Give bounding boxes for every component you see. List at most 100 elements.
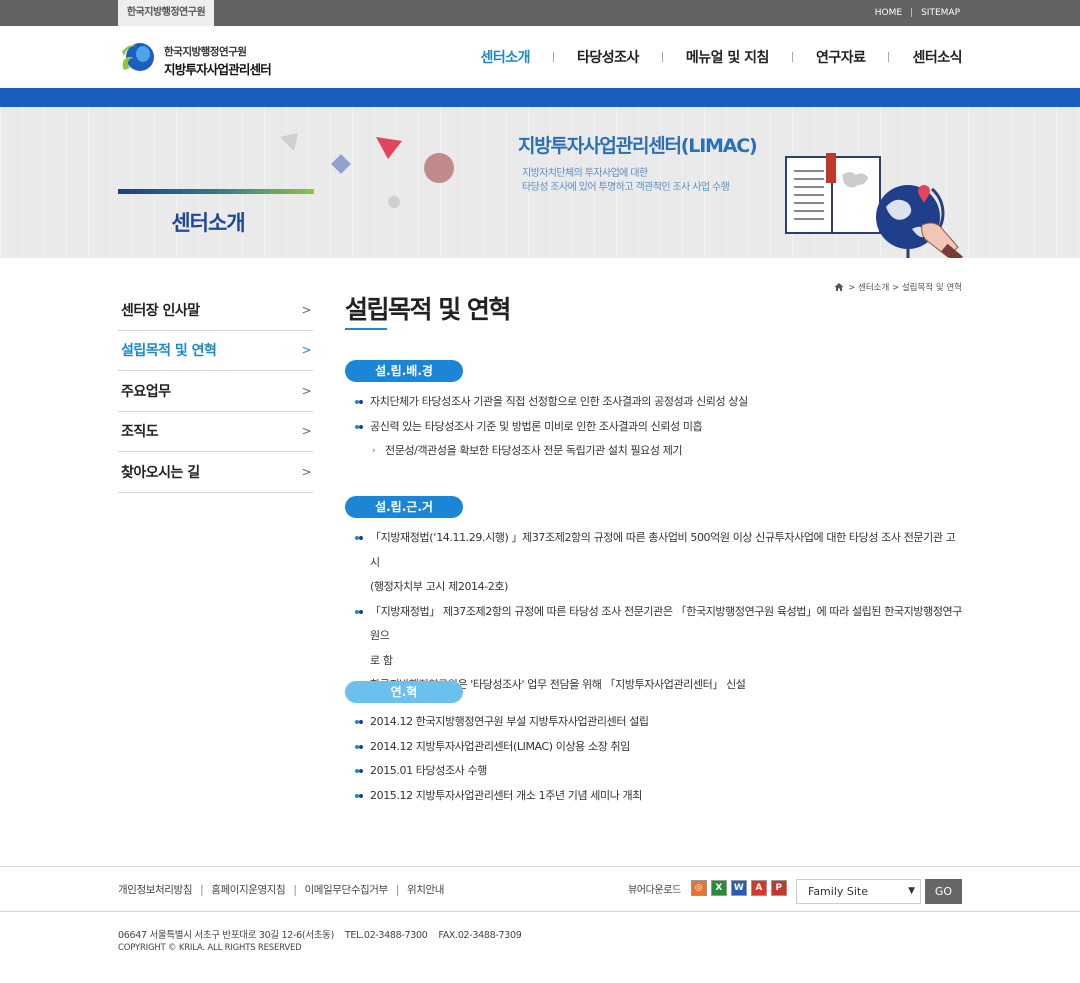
list-item-text: (행정자치부 고시 제2014-2호) [370, 580, 509, 593]
bullet-icon [355, 793, 364, 799]
pdf-viewer-icon[interactable]: A [750, 880, 767, 896]
lnb-item-greeting[interactable]: 센터장 인사말 > [118, 290, 313, 331]
footer-address: 06647 서울특별시 서초구 반포대로 30길 12-6(서초동) TEL.0… [118, 930, 522, 941]
footer-divider [0, 911, 1080, 912]
list-item-continuation: 로 함 [355, 649, 965, 674]
logo-mark-icon [122, 43, 154, 71]
lnb-item-label: 주요업무 [121, 383, 171, 400]
sub-list-item: › 전문성/객관성을 확보한 타당성조사 전문 독립기관 설치 필요성 제기 [355, 439, 965, 464]
bullet-icon [355, 424, 364, 430]
list-item-text: 2014.12 지방투자사업관리센터(LIMAC) 이상용 소장 취임 [370, 739, 630, 753]
word-viewer-icon[interactable]: W [730, 880, 747, 896]
background-list: 자치단체가 타당성조사 기관을 직접 선정함으로 인한 조사결과의 공정성과 신… [355, 390, 965, 464]
global-nav: 센터소개 타당성조사 메뉴얼 및 지침 연구자료 센터소식 [480, 26, 962, 88]
list-item: 「지방재정법(‘14.11.29.시행) 」제37조제2항의 규정에 따른 총사… [355, 526, 965, 575]
breadcrumb: > 센터소개 > 설립목적 및 연혁 [834, 281, 962, 293]
lnb-item-directions[interactable]: 찾아오시는 길 > [118, 452, 313, 493]
section-heading-history: 연.혁 [345, 681, 463, 703]
list-item-text: 2015.01 타당성조사 수행 [370, 764, 487, 777]
chevron-right-icon: > [301, 424, 311, 439]
excel-viewer-icon[interactable]: X [710, 880, 727, 896]
powerpoint-viewer-icon[interactable]: P [770, 880, 787, 896]
divider: | [910, 8, 914, 18]
list-item: 2014.12 한국지방행정연구원 부설 지방투자사업관리센터 설립 [355, 710, 965, 735]
arrow-right-icon: › [372, 446, 376, 456]
divider [888, 52, 890, 62]
viewer-downloads: 뷰어다운로드 ◎ X W A P [628, 880, 787, 896]
footer-copyright: COPYRIGHT © KRILA. ALL RIGHTS RESERVED [118, 943, 302, 953]
email-refusal-link[interactable]: 이메일무단수집거부 [304, 882, 388, 897]
logo-center-name: 지방투자사업관리센터 [164, 62, 272, 77]
banner-subtitle-line2: 타당성 조사에 있어 투명하고 객관적인 조사 사업 수행 [522, 182, 730, 193]
basis-list: 「지방재정법(‘14.11.29.시행) 」제37조제2항의 규정에 따른 총사… [355, 526, 965, 698]
history-list: 2014.12 한국지방행정연구원 부설 지방투자사업관리센터 설립 2014.… [355, 710, 965, 808]
banner-subtitle-line1: 지방자치단체의 투자사업에 대한 [522, 168, 648, 179]
chevron-right-icon: > [301, 343, 311, 358]
section-heading-background: 설.립.배.경 [345, 360, 463, 382]
chevron-down-icon: ▼ [908, 886, 915, 896]
bullet-icon [355, 744, 364, 750]
list-item: 공신력 있는 타당성조사 기준 및 방법론 미비로 인한 조사결과의 신뢰성 미… [355, 415, 965, 440]
list-item-text: 자치단체가 타당성조사 기관을 직접 선정함으로 인한 조사결과의 공정성과 신… [370, 395, 748, 408]
page-title: 설립목적 및 연혁 [345, 295, 511, 324]
section-title: 센터소개 [171, 211, 245, 235]
footer-divider [0, 866, 1080, 867]
list-item-text: 전문성/객관성을 확보한 타당성조사 전문 독립기관 설치 필요성 제기 [385, 444, 683, 457]
footer-links: 개인정보처리방침 | 홈페이지운영지침 | 이메일무단수집거부 | 위치안내 [118, 882, 444, 897]
divider [553, 52, 554, 62]
divider: | [200, 883, 204, 896]
lnb-item-label: 찾아오시는 길 [121, 464, 200, 481]
list-item-text: 공신력 있는 타당성조사 기준 및 방법론 미비로 인한 조사결과의 신뢰성 미… [370, 419, 703, 433]
hwp-viewer-icon[interactable]: ◎ [690, 880, 707, 896]
lnb-item-main-tasks[interactable]: 주요업무 > [118, 371, 313, 412]
top-utility-bar: 한국지방행정연구원 HOME | SITEMAP [0, 0, 1080, 26]
section-title-bar [118, 189, 314, 194]
org-tab[interactable]: 한국지방행정연구원 [118, 0, 214, 26]
list-item-continuation: (행정자치부 고시 제2014-2호) [355, 575, 965, 600]
family-site-value: Family Site [808, 885, 869, 898]
sitemap-link[interactable]: SITEMAP [921, 0, 960, 26]
gnb-item-about[interactable]: 센터소개 [480, 47, 530, 67]
title-underline [345, 328, 387, 330]
gnb-item-research[interactable]: 연구자료 [816, 47, 866, 67]
home-icon[interactable] [834, 282, 844, 292]
list-item: 2014.12 지방투자사업관리센터(LIMAC) 이상용 소장 취임 [355, 735, 965, 760]
chevron-right-icon: > [301, 383, 311, 398]
lnb-item-org-chart[interactable]: 조직도 > [118, 412, 313, 452]
gnb-item-news[interactable]: 센터소식 [912, 47, 962, 67]
list-item-text: 「지방재정법」 제37조제2항의 규정에 따른 타당성 조사 전문기관은 「한국… [370, 604, 962, 643]
lnb-item-purpose-history[interactable]: 설립목적 및 연혁 > [118, 331, 313, 371]
list-item: 자치단체가 타당성조사 기관을 직접 선정함으로 인한 조사결과의 공정성과 신… [355, 390, 965, 415]
list-item: 2015.01 타당성조사 수행 [355, 759, 965, 784]
bullet-icon [355, 609, 364, 615]
header-stripe [0, 88, 1080, 107]
site-logo[interactable]: 한국지방행정연구원 지방투자사업관리센터 [118, 40, 288, 77]
utility-links: HOME | SITEMAP [875, 0, 960, 26]
section-banner: 센터소개 지방투자사업관리센터(LIMAC) 지방자치단체의 투자사업에 대한 … [0, 107, 1080, 258]
decorative-shapes-icon [280, 133, 454, 208]
divider: | [395, 883, 400, 896]
gnb-item-feasibility[interactable]: 타당성조사 [577, 47, 639, 67]
chevron-right-icon: > [301, 464, 311, 479]
list-item: 2015.12 지방투자사업관리센터 개소 1주년 기념 세미나 개최 [355, 784, 965, 809]
site-policy-link[interactable]: 홈페이지운영지침 [211, 882, 285, 897]
breadcrumb-path: > 센터소개 > 설립목적 및 연혁 [848, 283, 962, 293]
viewer-download-label: 뷰어다운로드 [628, 884, 681, 896]
divider: | [293, 883, 297, 896]
location-link[interactable]: 위치안내 [407, 882, 444, 897]
list-item: 「지방재정법」 제37조제2항의 규정에 따른 타당성 조사 전문기관은 「한국… [355, 600, 965, 649]
list-item-text: 2015.12 지방투자사업관리센터 개소 1주년 기념 세미나 개최 [370, 788, 642, 802]
go-button[interactable]: GO [925, 879, 962, 904]
family-site-select[interactable]: Family Site ▼ [796, 879, 921, 904]
lnb-item-label: 센터장 인사말 [121, 302, 200, 319]
left-nav: 센터장 인사말 > 설립목적 및 연혁 > 주요업무 > 조직도 > 찾아오시는… [118, 290, 313, 493]
divider [661, 52, 663, 62]
list-item-text: 로 함 [370, 653, 393, 667]
gnb-item-manual[interactable]: 메뉴얼 및 지침 [686, 47, 770, 67]
lnb-item-label: 설립목적 및 연혁 [121, 343, 217, 360]
home-link[interactable]: HOME [875, 0, 902, 26]
site-header: 한국지방행정연구원 지방투자사업관리센터 센터소개 타당성조사 메뉴얼 및 지침… [0, 26, 1080, 88]
logo-org-name: 한국지방행정연구원 [164, 46, 247, 58]
privacy-policy-link[interactable]: 개인정보처리방침 [118, 882, 192, 897]
section-heading-basis: 설.립.근.거 [345, 496, 463, 518]
